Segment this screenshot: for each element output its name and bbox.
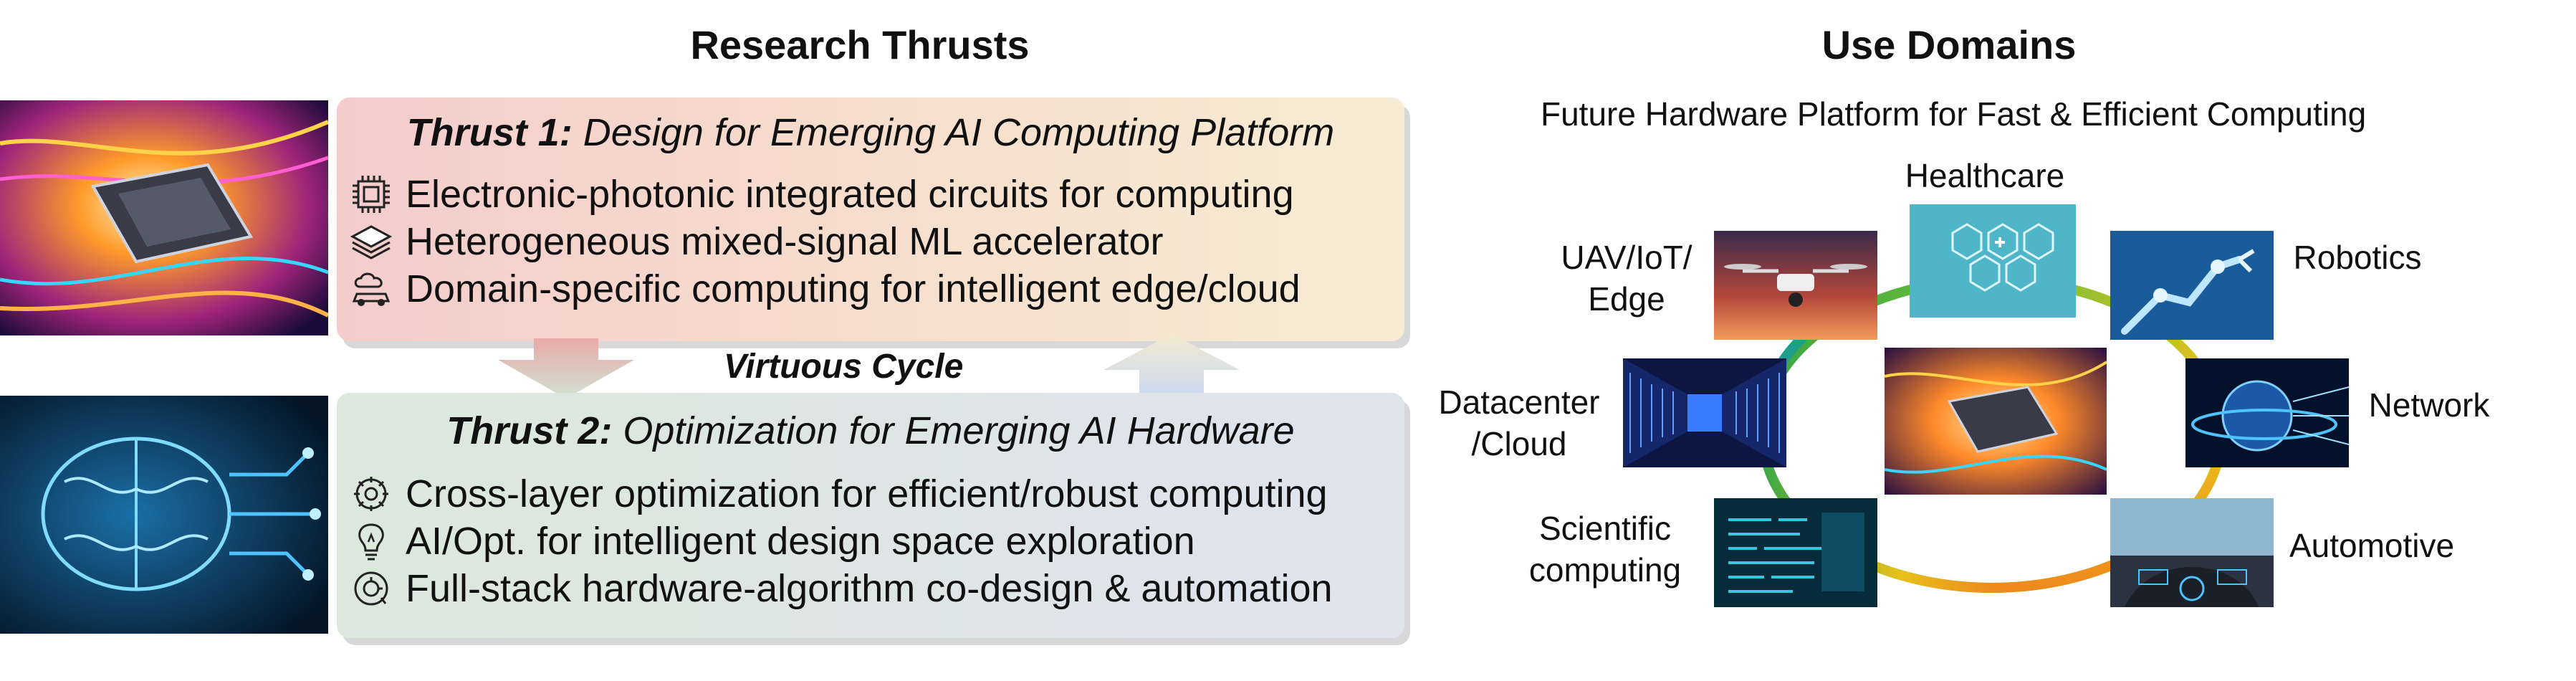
- thrust1-item: Domain-specific computing for intelligen…: [350, 267, 1301, 311]
- thrust1-item-text: Domain-specific computing for intelligen…: [406, 267, 1301, 310]
- center-chip-image: [1885, 348, 2107, 495]
- thrust2-panel: Thrust 2: Optimization for Emerging AI H…: [337, 393, 1404, 638]
- chip-icon: [353, 176, 390, 213]
- down-arrow: [498, 338, 634, 399]
- datacenter-label-line1: Datacenter: [1438, 384, 1600, 421]
- use-domains-subtitle: Future Hardware Platform for Fast & Effi…: [1541, 95, 2367, 133]
- automation-icon: [354, 571, 388, 606]
- cloud-car-icon: [352, 272, 391, 306]
- automotive-image: [2110, 498, 2274, 607]
- scientific-computing-label: Scientific computing: [1512, 508, 1698, 591]
- thrust2-item-text: AI/Opt. for intelligent design space exp…: [406, 520, 1195, 563]
- thrust1-item-text: Electronic-photonic integrated circuits …: [406, 173, 1294, 216]
- thrust2-title: Optimization for Emerging AI Hardware: [623, 409, 1295, 452]
- thrust2-item-text: Cross-layer optimization for efficient/r…: [406, 472, 1328, 515]
- drone-image: [1714, 231, 1877, 340]
- uav-iot-edge-label: UAV/IoT/ Edge: [1541, 237, 1713, 320]
- scientific-label-line1: Scientific: [1538, 510, 1672, 547]
- datacenter-label-line2: /Cloud: [1471, 425, 1567, 462]
- thrust2-item: Full-stack hardware-algorithm co-design …: [350, 566, 1333, 611]
- thrust1-item-text: Heterogeneous mixed-signal ML accelerato…: [406, 220, 1164, 263]
- uav-label-line1: UAV/IoT/: [1561, 239, 1692, 276]
- thrust1-heading: Thrust 1: Design for Emerging AI Computi…: [337, 110, 1404, 155]
- thrust2-item: AI/Opt. for intelligent design space exp…: [350, 519, 1195, 563]
- thrust1-title: Design for Emerging AI Computing Platfor…: [583, 111, 1335, 154]
- layers-icon: [350, 225, 393, 259]
- thrust2-item: Cross-layer optimization for efficient/r…: [350, 472, 1328, 516]
- up-arrow: [1103, 334, 1240, 397]
- research-thrusts-title: Research Thrusts: [690, 22, 1030, 67]
- datacenter-label: Datacenter /Cloud: [1426, 381, 1612, 465]
- virtuous-cycle-label: Virtuous Cycle: [724, 348, 964, 386]
- thrust1-panel: Thrust 1: Design for Emerging AI Computi…: [337, 97, 1404, 341]
- brain-circuit-image: [0, 396, 328, 634]
- gear-cycle-icon: [354, 477, 388, 511]
- thrust2-heading: Thrust 2: Optimization for Emerging AI H…: [337, 409, 1404, 453]
- network-label: Network: [2368, 386, 2490, 424]
- network-image: [2185, 358, 2349, 467]
- scientific-computing-image: [1714, 498, 1877, 607]
- thrust1-label: Thrust 1:: [406, 111, 573, 154]
- robotics-label: Robotics: [2293, 239, 2422, 276]
- thrust2-label: Thrust 2:: [446, 409, 613, 452]
- healthcare-label: Healthcare: [1905, 157, 2065, 194]
- thrust1-item: Electronic-photonic integrated circuits …: [350, 172, 1294, 216]
- healthcare-image: [1910, 204, 2076, 318]
- scientific-label-line2: computing: [1528, 551, 1682, 589]
- automotive-label: Automotive: [2289, 527, 2455, 564]
- uav-label-line2: Edge: [1588, 280, 1665, 318]
- datacenter-image: [1623, 358, 1786, 467]
- robotics-image: [2110, 231, 2274, 340]
- use-domains-title: Use Domains: [1821, 22, 2077, 67]
- thrust2-item-text: Full-stack hardware-algorithm co-design …: [406, 567, 1333, 610]
- lightbulb-icon: [358, 523, 384, 561]
- chip-light-image: [0, 100, 328, 335]
- thrust1-item: Heterogeneous mixed-signal ML accelerato…: [350, 219, 1164, 264]
